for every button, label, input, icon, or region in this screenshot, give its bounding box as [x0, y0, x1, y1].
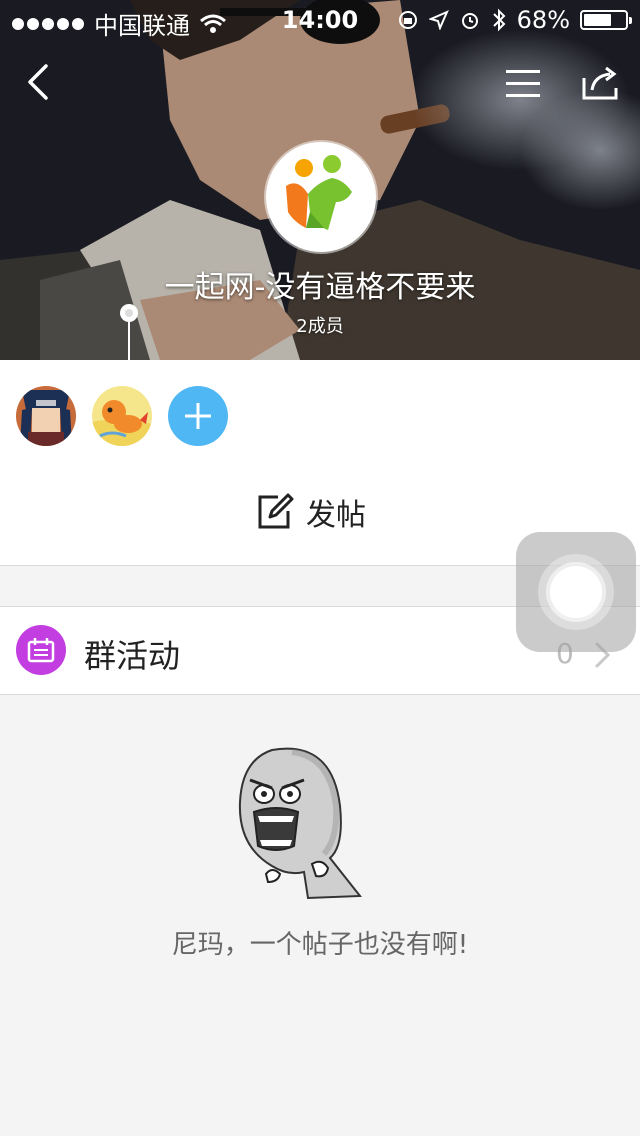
assistive-touch-button[interactable] — [516, 532, 636, 652]
add-member-button[interactable] — [168, 386, 228, 446]
member-count[interactable]: 2成员 — [0, 312, 640, 338]
group-avatar[interactable] — [266, 142, 376, 252]
post-button[interactable]: 发帖 — [256, 490, 366, 534]
assistive-ring — [550, 566, 602, 618]
empty-state-message: 尼玛，一个帖子也没有啊! — [171, 930, 469, 960]
member-avatar[interactable] — [92, 386, 152, 446]
battery-level — [584, 14, 612, 26]
plus-icon — [185, 403, 211, 429]
location-icon — [428, 10, 449, 30]
group-logo-icon — [286, 155, 352, 230]
pull-indicator-icon — [120, 304, 138, 360]
post-button-label: 发帖 — [306, 498, 366, 533]
share-icon[interactable] — [580, 64, 622, 102]
member-avatar[interactable] — [16, 386, 76, 446]
chevron-left-icon[interactable] — [20, 62, 60, 102]
battery-percent: 68% — [516, 6, 570, 34]
group-cover-header: 中国联通 14:00 68% 一起网-没有逼格不要来 2成员 — [0, 0, 640, 360]
alarm-icon — [461, 13, 478, 29]
naruto-avatar-icon — [16, 386, 76, 446]
rotation-lock-icon — [398, 11, 417, 29]
activity-label: 群活动 — [84, 637, 181, 675]
edit-icon — [258, 493, 294, 529]
bluetooth-icon — [492, 8, 506, 32]
calendar-icon — [16, 625, 66, 675]
status-bar: 中国联通 14:00 68% — [0, 0, 640, 40]
list-menu-icon[interactable] — [504, 66, 542, 102]
group-title: 一起网-没有逼格不要来 — [164, 270, 476, 305]
battery-icon — [580, 10, 632, 30]
group-page: 中国联通 14:00 68% 一起网-没有逼格不要来 2成员 发帖 群活动 0 … — [0, 0, 640, 1136]
rage-face-illustration — [238, 747, 363, 900]
pokemon-avatar-icon — [92, 386, 152, 446]
members-row — [0, 360, 640, 464]
